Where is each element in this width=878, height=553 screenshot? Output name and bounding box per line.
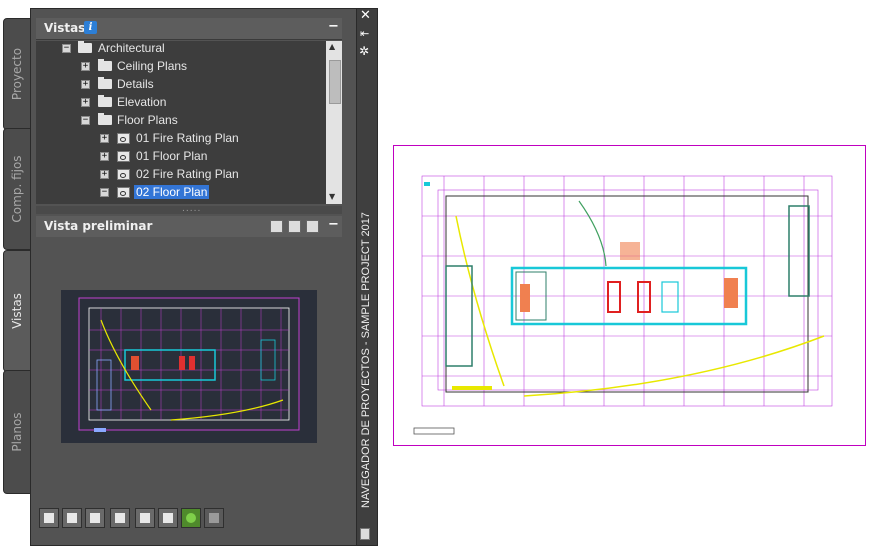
repath-button[interactable] [204,508,224,528]
new-view-button[interactable] [39,508,59,528]
properties-gear-icon[interactable]: ✲ [359,44,369,58]
view-icon [117,133,130,144]
scroll-down-icon[interactable]: ▼ [329,192,335,201]
add-view-button[interactable] [135,508,155,528]
preview-floor-plan [78,297,300,432]
tree-item-label: Details [117,77,154,91]
view-icon [117,169,130,180]
tab-comp-fijos-label: Comp. fijos [10,155,24,223]
expand-icon[interactable]: + [81,80,90,89]
info-icon[interactable]: i [84,21,97,34]
new-view-icon [44,513,54,523]
expand-icon[interactable]: + [81,98,90,107]
collapse-icon[interactable]: − [100,188,109,197]
tree-item-ceiling-plans[interactable]: + Ceiling Plans [36,58,326,76]
tab-proyecto-label: Proyecto [10,47,24,101]
expand-icon[interactable]: + [100,170,109,179]
sheet-icon [115,513,125,523]
expand-icon[interactable]: + [100,152,109,161]
tree-item-floor-plans[interactable]: − Floor Plans [36,112,326,130]
tree-item-01-floor-plan[interactable]: + 01 Floor Plan [36,148,326,166]
view-properties-button[interactable] [62,508,82,528]
tree-item-02-floor-plan[interactable]: − 02 Floor Plan [36,184,326,202]
folder-icon [98,77,112,89]
palette-title-container: NAVEGADOR DE PROYECTOS - SAMPLE PROJECT … [357,200,375,520]
sheet-button[interactable] [110,508,130,528]
view-icon [117,187,130,198]
palette-menu-icon[interactable] [360,528,370,540]
palette-title: NAVEGADOR DE PROYECTOS - SAMPLE PROJECT … [360,212,372,508]
close-icon[interactable]: ✕ [360,8,371,23]
callout-button[interactable] [85,508,105,528]
add-view-icon [140,513,150,523]
tree-item-label: 01 Floor Plan [136,149,208,163]
tree-item-details[interactable]: + Details [36,76,326,94]
collapse-icon[interactable]: − [62,44,71,53]
grip-icon: ..... [182,204,202,214]
tab-planos[interactable]: Planos [3,370,31,494]
tab-vistas-label: Vistas [10,293,24,329]
tree-item-label: 01 Fire Rating Plan [136,131,239,145]
auto-hide-icon[interactable]: ⇤ [360,27,369,40]
tree-item-01-fire-rating-plan[interactable]: + 01 Fire Rating Plan [36,130,326,148]
tab-proyecto[interactable]: Proyecto [3,18,31,130]
view-properties-icon [67,513,77,523]
tree-scrollbar-thumb[interactable] [329,60,341,104]
collapse-views-icon[interactable]: − [328,19,339,34]
views-panel-header: Vistas i − [36,18,342,40]
tab-comp-fijos[interactable]: Comp. fijos [3,128,31,250]
tree-item-02-fire-rating-plan[interactable]: + 02 Fire Rating Plan [36,166,326,184]
collapse-icon[interactable]: − [81,116,90,125]
tree-item-label: Architectural [98,41,165,55]
preview-mode-icon[interactable] [270,220,283,233]
tab-planos-label: Planos [10,412,24,452]
table-icon [163,513,173,523]
panel-splitter[interactable]: ..... [36,204,342,214]
folder-open-icon [98,113,112,125]
scroll-up-icon[interactable]: ▲ [329,42,335,51]
folder-icon [98,59,112,71]
preview-thumbnail [61,290,317,443]
preview-panel-title: Vista preliminar [44,219,153,233]
tree-item-label: Ceiling Plans [117,59,188,73]
floor-plan-drawing [413,175,833,435]
expand-icon[interactable]: + [100,134,109,143]
tree-item-label: 02 Fire Rating Plan [136,167,239,181]
expand-icon[interactable]: + [81,62,90,71]
preview-panel-header: Vista preliminar − [36,216,342,238]
view-icon [117,151,130,162]
display-icon[interactable] [288,220,301,233]
floor-plan-sheet [393,145,866,446]
preview-settings-icon[interactable] [306,220,319,233]
tree-item-label: Floor Plans [117,113,178,127]
folder-icon [98,95,112,107]
repath-icon [209,513,219,523]
tree-item-label-selected: 02 Floor Plan [134,185,210,199]
tree-item-label: Elevation [117,95,167,109]
views-tree: − Architectural + Ceiling Plans + Detail… [36,41,326,204]
refresh-icon [186,513,196,523]
folder-open-icon [78,41,92,53]
refresh-button[interactable] [181,508,201,528]
collapse-preview-icon[interactable]: − [328,217,339,232]
tab-vistas[interactable]: Vistas [3,250,31,372]
callout-icon [90,513,100,523]
table-button[interactable] [158,508,178,528]
views-panel-title: Vistas [44,21,86,35]
tree-item-architectural[interactable]: − Architectural [36,41,326,58]
tree-item-elevation[interactable]: + Elevation [36,94,326,112]
